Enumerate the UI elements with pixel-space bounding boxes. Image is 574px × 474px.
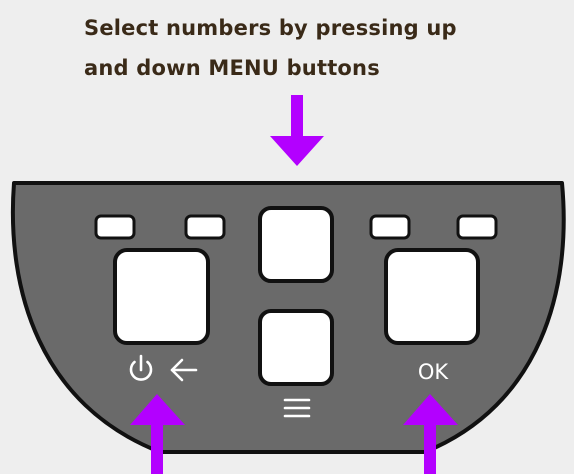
menu-down-button[interactable] <box>258 309 334 386</box>
indicator-light-4 <box>456 214 498 240</box>
ok-label: OK <box>418 360 450 384</box>
menu-pointer-arrow <box>270 95 324 166</box>
ok-button[interactable] <box>384 248 480 345</box>
indicator-light-2 <box>184 214 226 240</box>
menu-up-button[interactable] <box>258 206 334 283</box>
power-back-button[interactable] <box>113 248 210 345</box>
indicator-light-1 <box>94 214 136 240</box>
device-illustration: OK <box>10 95 566 474</box>
indicator-light-3 <box>369 214 411 240</box>
